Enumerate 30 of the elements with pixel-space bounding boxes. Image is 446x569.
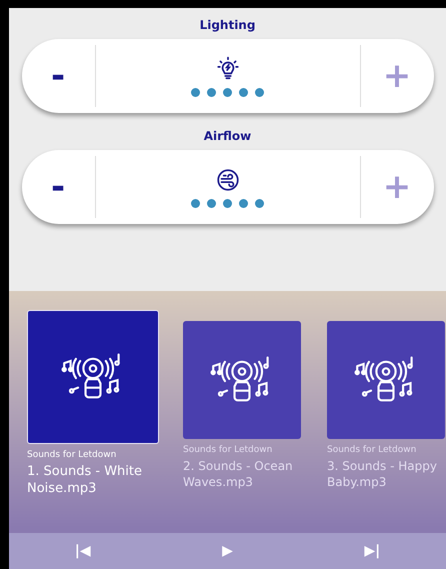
play-button[interactable]: ▶ (216, 542, 239, 560)
decrease-button[interactable]: - (22, 45, 96, 107)
control-label: Airflow (204, 129, 252, 143)
album-name: Sounds for Letdown (27, 450, 118, 460)
previous-button[interactable]: |◀ (68, 542, 97, 560)
album-name: Sounds for Letdown (183, 445, 274, 455)
level-dot (191, 198, 200, 208)
track-title: 3. Sounds - Happy Baby.mp3 (327, 459, 438, 490)
level-dot (207, 198, 216, 208)
level-dot (207, 88, 216, 96)
track-artwork[interactable] (183, 321, 301, 439)
level-dot (255, 198, 264, 208)
increase-button[interactable]: + (360, 45, 434, 107)
level-dot (191, 88, 200, 96)
level-dot (239, 88, 248, 96)
control-label: Lighting (200, 18, 256, 32)
level-dot (223, 88, 232, 96)
level-dot (239, 198, 248, 208)
light-bulb-icon (214, 56, 240, 82)
track-artwork[interactable] (27, 310, 159, 444)
track-artwork[interactable] (327, 321, 445, 439)
level-dot (255, 88, 264, 96)
level-dot (223, 198, 232, 208)
wind-icon (214, 166, 240, 192)
album-name: Sounds for Letdown (327, 445, 418, 455)
next-button[interactable]: ▶| (358, 542, 386, 560)
decrease-button[interactable]: - (22, 156, 96, 218)
increase-button[interactable]: + (360, 156, 434, 218)
track-title: 1. Sounds - White Noise.mp3 (27, 464, 144, 498)
track-title: 2. Sounds - Ocean Waves.mp3 (183, 459, 294, 490)
